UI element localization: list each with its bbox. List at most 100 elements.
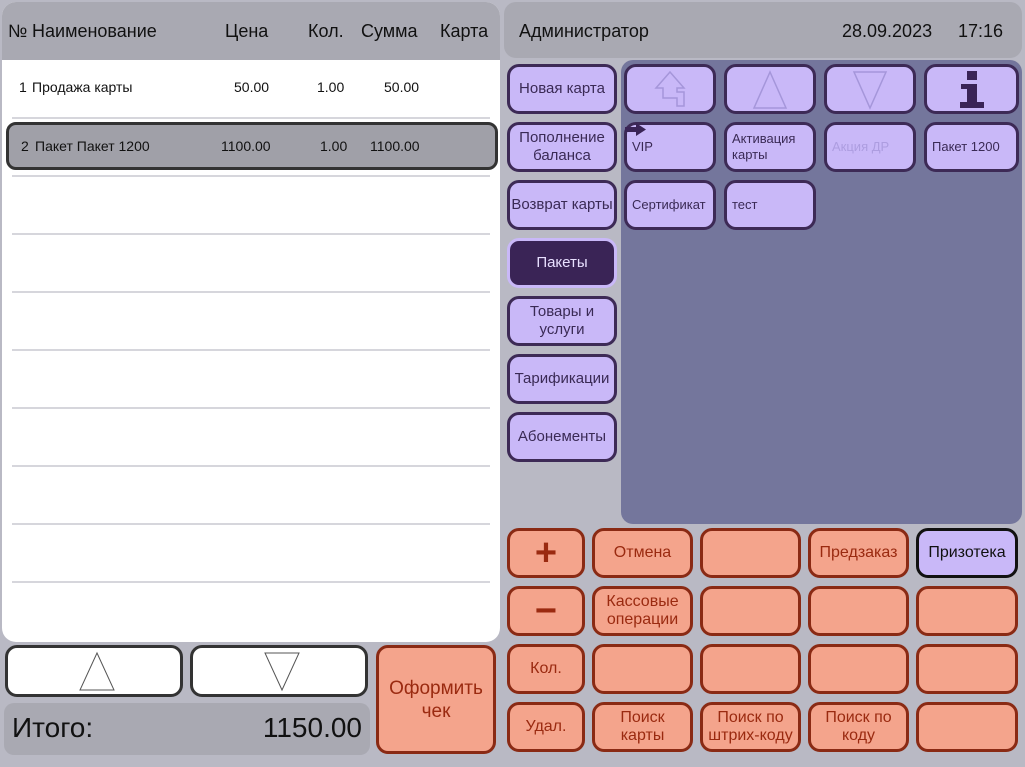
product-label: VIP (632, 139, 653, 154)
cancel-button[interactable]: Отмена (592, 528, 693, 578)
col-sum-header: Сумма (361, 21, 418, 41)
total-value: 1150.00 (262, 712, 362, 743)
pointer-arrow-icon (625, 123, 646, 136)
current-time: 17:16 (958, 21, 1004, 41)
find-code-button[interactable]: Поиск по коду (808, 702, 909, 752)
product-test[interactable]: тест (724, 180, 816, 230)
row-divider (12, 581, 490, 583)
checkout-button[interactable]: Оформить чек (376, 645, 496, 754)
empty-key-button[interactable] (916, 702, 1018, 752)
card-archive-button[interactable]: Призотека (916, 528, 1018, 578)
product-label: Активация карты (732, 131, 796, 162)
find-code-label: Поиск по коду (825, 709, 892, 744)
row-divider (12, 117, 490, 119)
category-label: Новая карта (519, 80, 605, 97)
plus-icon: + (534, 532, 558, 574)
empty-key-button[interactable] (700, 586, 801, 636)
down-triangle-icon (264, 652, 300, 692)
scroll-up-button[interactable] (5, 645, 183, 697)
card-archive-label: Призотека (928, 544, 1006, 561)
table-row[interactable]: 1 Продажа карты 50.00 1.00 50.00 (12, 64, 490, 112)
category-subscriptions[interactable]: Абонементы (507, 412, 617, 462)
category-tariffs[interactable]: Тарификации (507, 354, 617, 404)
product-vip[interactable]: VIP (624, 122, 716, 172)
category-label: Возврат карты (511, 196, 613, 213)
row-divider (12, 349, 490, 351)
row-price: 1100.00 (221, 138, 271, 154)
row-divider (12, 175, 490, 177)
row-divider (12, 233, 490, 235)
minus-icon: − (534, 590, 558, 632)
product-label: тест (732, 197, 758, 212)
preorder-label: Предзаказ (819, 544, 898, 561)
total-box: Итого: 1150.00 (4, 703, 370, 755)
info-button[interactable] (924, 64, 1019, 114)
current-date: 28.09.2023 (842, 21, 933, 41)
category-card-return[interactable]: Возврат карты (507, 180, 617, 230)
row-number: 2 (21, 138, 29, 154)
empty-key-button[interactable] (916, 586, 1018, 636)
row-qty: 1.00 (317, 79, 345, 95)
find-card-button[interactable]: Поиск карты (592, 702, 693, 752)
row-qty: 1.00 (320, 138, 348, 154)
category-label: Тарификации (514, 370, 610, 387)
product-label: Сертификат (632, 197, 706, 212)
empty-key-button[interactable] (700, 528, 801, 578)
category-label: Абонементы (517, 428, 607, 445)
col-qty-header: Кол. (308, 21, 344, 41)
page-down-button[interactable] (824, 64, 916, 114)
preorder-button[interactable]: Предзаказ (808, 528, 909, 578)
row-sum: 1100.00 (370, 138, 420, 154)
empty-key-button[interactable] (592, 644, 693, 694)
page-up-button[interactable] (724, 64, 816, 114)
col-price-header: Цена (225, 21, 269, 41)
product-label: Пакет 1200 (932, 139, 1000, 154)
product-certificate[interactable]: Сертификат (624, 180, 716, 230)
category-goods-services[interactable]: Товары и услуги (507, 296, 617, 346)
empty-key-button[interactable] (700, 644, 801, 694)
top-bar: Администратор 28.09.2023 17:16 (504, 2, 1022, 58)
empty-key-button[interactable] (808, 586, 909, 636)
back-up-arrow-icon (654, 70, 686, 107)
product-card-activation[interactable]: Активация карты (724, 122, 816, 172)
col-number-header: № (8, 21, 28, 41)
receipt-header: № Наименование Цена Кол. Сумма Карта (2, 2, 500, 60)
find-barcode-button[interactable]: Поиск по штрих-коду (700, 702, 801, 752)
empty-key-button[interactable] (808, 644, 909, 694)
row-divider (12, 523, 490, 525)
checkout-label: Оформить чек (389, 677, 483, 722)
back-button[interactable] (624, 64, 716, 114)
user-name: Администратор (519, 21, 649, 41)
category-new-card[interactable]: Новая карта (507, 64, 617, 114)
category-packages[interactable]: Пакеты (507, 238, 617, 288)
col-card-header: Карта (440, 21, 489, 41)
up-triangle-icon (79, 651, 115, 691)
row-name: Продажа карты (32, 79, 133, 95)
row-name: Пакет Пакет 1200 (35, 138, 150, 154)
plus-button[interactable]: + (507, 528, 585, 578)
scroll-down-button[interactable] (190, 645, 368, 697)
receipt-table: № Наименование Цена Кол. Сумма Карта 1 П… (2, 2, 500, 642)
down-triangle-icon (852, 71, 888, 110)
info-icon (959, 71, 984, 108)
category-label: Пополнение баланса (519, 129, 605, 164)
table-row-selected[interactable]: 2 Пакет Пакет 1200 1100.00 1.00 1100.00 (6, 122, 498, 170)
product-birthday-promo[interactable]: Акция ДР (824, 122, 916, 172)
empty-key-button[interactable] (916, 644, 1018, 694)
cancel-label: Отмена (613, 544, 672, 561)
row-number: 1 (19, 79, 27, 95)
category-balance-topup[interactable]: Пополнение баланса (507, 122, 617, 172)
minus-button[interactable]: − (507, 586, 585, 636)
category-label: Товары и услуги (529, 303, 595, 338)
quantity-button[interactable]: Кол. (507, 644, 585, 694)
row-divider (12, 291, 490, 293)
cash-operations-button[interactable]: Кассовые операции (592, 586, 693, 636)
delete-label: Удал. (525, 718, 567, 735)
find-card-label: Поиск карты (620, 709, 665, 744)
category-label: Пакеты (536, 254, 588, 271)
quantity-label: Кол. (530, 660, 562, 677)
delete-button[interactable]: Удал. (507, 702, 585, 752)
cash-operations-label: Кассовые операции (606, 593, 679, 628)
product-label: Акция ДР (832, 139, 890, 154)
product-package-1200[interactable]: Пакет 1200 (924, 122, 1019, 172)
